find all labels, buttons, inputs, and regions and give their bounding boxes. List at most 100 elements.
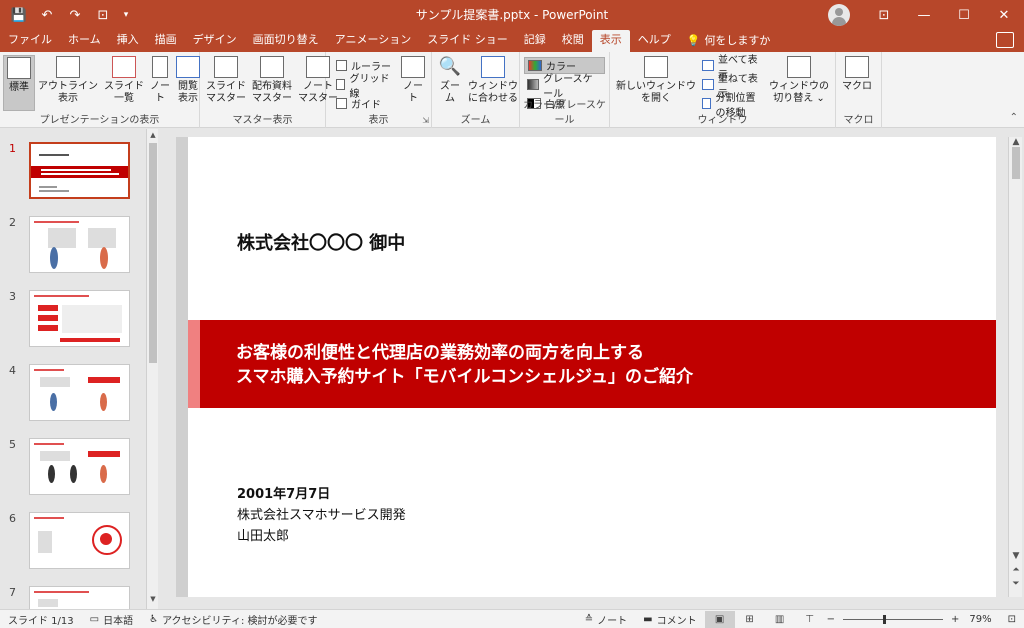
scroll-up-icon[interactable]: ▲ <box>1009 137 1023 147</box>
zoom-level[interactable]: 79% <box>961 614 999 625</box>
zoom-in-button[interactable]: + <box>949 614 961 625</box>
gridlines-checkbox[interactable]: グリッド線 <box>333 74 394 100</box>
account-avatar[interactable] <box>828 4 850 26</box>
slide-thumbnail[interactable]: 7 <box>0 586 145 609</box>
zoom-slider-thumb[interactable] <box>882 615 886 624</box>
redo-icon[interactable]: ↷ <box>64 4 86 26</box>
notes-page-icon <box>152 56 168 78</box>
comments-icon[interactable] <box>996 32 1014 48</box>
slide-company-name[interactable]: 株式会社〇〇〇 御中 <box>237 229 405 255</box>
group-window: 新しいウィンドウ を開く 並べて表示 重ねて表示 分割位置の移動 ウィンドウの … <box>610 52 836 128</box>
tab-view[interactable]: 表示 <box>591 30 630 52</box>
slide-title-line-2: スマホ購入予約サイト「モバイルコンシェルジュ」のご紹介 <box>236 367 693 387</box>
slide-sorter-button[interactable]: スライド 一覧 <box>101 55 147 111</box>
reading-view-button[interactable]: 閲覧表示 <box>173 55 203 111</box>
ribbon-display-options-button[interactable]: ⊡ <box>864 0 904 30</box>
tab-slideshow[interactable]: スライド ショー <box>419 30 516 52</box>
slide-master-button[interactable]: スライド マスター <box>203 55 249 111</box>
slide-title-line-1: お客様の利便性と代理店の業務効率の両方を向上する <box>236 343 644 363</box>
slide-thumbnail[interactable]: 5 <box>0 438 145 502</box>
slide-thumbnail[interactable]: 4 <box>0 364 145 428</box>
scroll-down-icon[interactable]: ▼ <box>147 595 159 607</box>
maximize-button[interactable]: ☐ <box>944 0 984 30</box>
slide-thumbnail[interactable]: 3 <box>0 290 145 354</box>
collapse-ribbon-icon[interactable]: ⌃ <box>1010 112 1018 123</box>
fit-to-window-button[interactable]: ウィンドウ に合わせる <box>465 55 521 111</box>
spelling-icon: ▭ <box>89 613 100 625</box>
tab-transitions[interactable]: 画面切り替え <box>245 30 327 52</box>
reading-view-icon[interactable]: ▥ <box>765 611 795 628</box>
tab-record[interactable]: 記録 <box>516 30 554 52</box>
group-label: カラー/グレースケール <box>523 100 606 126</box>
current-slide[interactable]: 株式会社〇〇〇 御中 お客様の利便性と代理店の業務効率の両方を向上する スマホ購… <box>188 137 996 597</box>
slide-thumbnail[interactable]: 6 <box>0 512 145 576</box>
customize-qat-icon[interactable]: ▾ <box>120 4 132 26</box>
slide-preview <box>29 216 130 273</box>
minimize-button[interactable]: — <box>904 0 944 30</box>
handout-master-button[interactable]: 配布資料 マスター <box>249 55 295 111</box>
new-window-icon <box>644 56 668 78</box>
scroll-thumb[interactable] <box>149 143 157 363</box>
slide-thumbnail[interactable]: 1 <box>0 142 145 206</box>
title-bar: 💾 ↶ ↷ ⊡ ▾ サンプル提案書.pptx - PowerPoint ⊡ — … <box>0 0 1024 30</box>
slide-preview <box>29 586 130 609</box>
next-slide-icon[interactable]: ⏷ <box>1009 579 1023 589</box>
notes-toggle[interactable]: ≙ ノート <box>577 612 635 627</box>
slide-footer-text[interactable]: 2001年7月7日 株式会社スマホサービス開発 山田太郎 <box>237 484 406 547</box>
slide-preview <box>29 512 130 569</box>
zoom-slider[interactable] <box>842 615 943 624</box>
accessibility-checker[interactable]: ♿ アクセシビリティ: 検討が必要です <box>141 612 325 627</box>
notes-pane-button[interactable]: ノー ト <box>398 55 428 111</box>
move-split-button[interactable]: 分割位置の移動 <box>699 93 766 119</box>
slide-presenter-company: 株式会社スマホサービス開発 <box>237 508 406 523</box>
new-window-button[interactable]: 新しいウィンドウ を開く <box>613 55 699 111</box>
close-button[interactable]: ✕ <box>984 0 1024 30</box>
tab-file[interactable]: ファイル <box>0 30 60 52</box>
undo-icon[interactable]: ↶ <box>36 4 58 26</box>
grayscale-button[interactable]: グレースケール <box>524 74 605 100</box>
slideshow-icon[interactable]: ⊤ <box>795 611 825 628</box>
scroll-up-icon[interactable]: ▲ <box>147 131 159 143</box>
scroll-down-icon[interactable]: ▼ <box>1009 551 1023 561</box>
previous-slide-icon[interactable]: ⏶ <box>1009 565 1023 575</box>
comments-icon: ▬ <box>643 614 653 625</box>
editor-scrollbar[interactable]: ▲ ▼ ⏶ ⏷ <box>1008 137 1022 597</box>
fit-window-icon <box>481 56 505 78</box>
switch-windows-button[interactable]: ウィンドウの 切り替え ⌄ <box>766 55 832 111</box>
checkbox-icon <box>336 98 347 109</box>
slide-counter: スライド 1/13 <box>8 615 74 627</box>
slide-presenter-name: 山田太郎 <box>237 529 290 544</box>
group-label: プレゼンテーションの表示 <box>39 115 160 126</box>
zoom-button[interactable]: 🔍 ズーム <box>435 55 465 111</box>
tab-help[interactable]: ヘルプ <box>630 30 679 52</box>
slide-sorter-icon[interactable]: ⊞ <box>735 611 765 628</box>
normal-view-button[interactable]: 標準 <box>3 55 35 111</box>
tab-review[interactable]: 校閲 <box>554 30 592 52</box>
group-zoom: 🔍 ズーム ウィンドウ に合わせる ズーム <box>432 52 520 128</box>
macros-button[interactable]: マクロ <box>839 55 875 111</box>
fit-slide-icon[interactable]: ⊡ <box>1000 614 1024 625</box>
tab-design[interactable]: デザイン <box>185 30 245 52</box>
tab-draw[interactable]: 描画 <box>147 30 185 52</box>
scroll-thumb[interactable] <box>1012 147 1020 179</box>
cascade-icon <box>702 79 714 90</box>
normal-view-icon[interactable]: ▣ <box>704 611 735 628</box>
notes-page-button[interactable]: ノー ト <box>147 55 173 111</box>
outline-view-button[interactable]: アウトライン 表示 <box>35 55 101 111</box>
zoom-out-button[interactable]: − <box>825 614 837 625</box>
handout-master-icon <box>260 56 284 78</box>
tell-me-search[interactable]: 💡 何をしますか <box>679 30 779 52</box>
language-indicator[interactable]: ▭ 日本語 <box>82 612 141 627</box>
guides-checkbox[interactable]: ガイド <box>333 95 394 112</box>
tab-insert[interactable]: 挿入 <box>109 30 147 52</box>
from-beginning-icon[interactable]: ⊡ <box>92 4 114 26</box>
slide-title[interactable]: お客様の利便性と代理店の業務効率の両方を向上する スマホ購入予約サイト「モバイル… <box>236 341 693 389</box>
comments-toggle[interactable]: ▬ コメント <box>635 612 704 627</box>
group-label: ズーム <box>460 115 491 126</box>
save-icon[interactable]: 💾 <box>8 4 30 26</box>
slide-thumbnail[interactable]: 2 <box>0 216 145 280</box>
thumbnails-scrollbar[interactable]: ▲ ▼ <box>146 129 158 609</box>
tab-home[interactable]: ホーム <box>60 30 109 52</box>
tab-animations[interactable]: アニメーション <box>327 30 420 52</box>
lightbulb-icon: 💡 <box>686 34 701 47</box>
